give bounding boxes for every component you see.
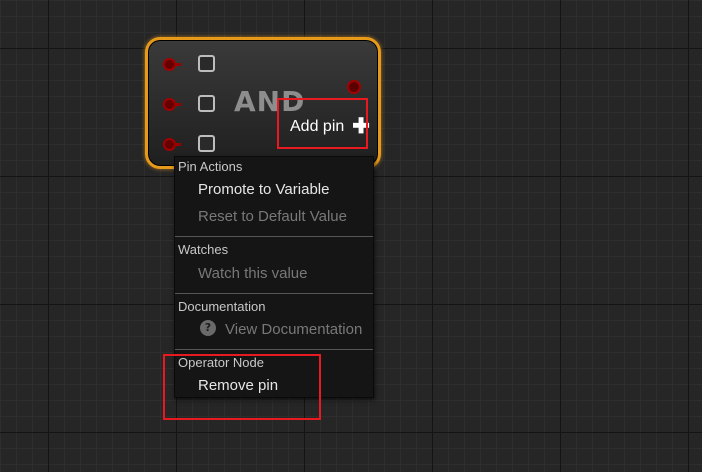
reset-to-default-value-item[interactable]: Reset to Default Value	[198, 208, 347, 225]
section-header-pin-actions: Pin Actions	[178, 159, 243, 174]
add-pin-highlight-box	[277, 98, 368, 149]
help-icon: ?	[200, 320, 216, 336]
watch-this-value-item[interactable]: Watch this value	[198, 265, 308, 282]
section-header-watches: Watches	[178, 242, 229, 257]
remove-pin-highlight-box	[163, 354, 321, 420]
menu-separator	[175, 293, 373, 294]
section-header-documentation: Documentation	[178, 299, 266, 314]
input-pin-a-checkbox[interactable]	[198, 55, 215, 72]
view-documentation-item[interactable]: View Documentation	[225, 321, 362, 338]
promote-to-variable-item[interactable]: Promote to Variable	[198, 181, 329, 198]
output-pin-connector[interactable]	[347, 80, 361, 94]
input-pin-c-checkbox[interactable]	[198, 135, 215, 152]
input-pin-b-connector[interactable]	[163, 98, 181, 111]
input-pin-c-connector[interactable]	[163, 138, 181, 151]
input-pin-b-checkbox[interactable]	[198, 95, 215, 112]
input-pin-a-connector[interactable]	[163, 58, 181, 71]
menu-separator	[175, 349, 373, 350]
menu-separator	[175, 236, 373, 237]
